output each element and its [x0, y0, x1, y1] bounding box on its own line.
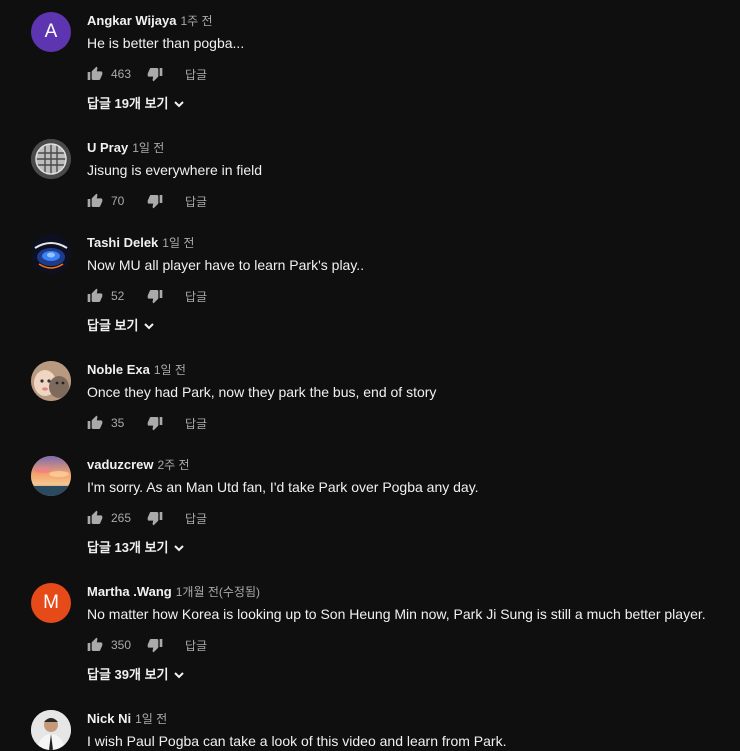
reply-button[interactable]: 답글: [185, 415, 207, 432]
like-count: 463: [111, 67, 132, 81]
like-count: 70: [111, 194, 125, 208]
reply-button[interactable]: 답글: [185, 193, 207, 210]
comment-header: vaduzcrew 2주 전: [87, 456, 190, 474]
avatar[interactable]: [31, 139, 71, 179]
view-replies-button[interactable]: 답글 19개 보기: [87, 94, 185, 114]
comment-time[interactable]: 1일 전: [135, 712, 167, 726]
comment-time[interactable]: 1개월 전(수정됨): [176, 585, 260, 599]
thumb-up-icon: [87, 193, 103, 207]
comment-header: Angkar Wijaya 1주 전: [87, 12, 213, 30]
comment-actions: 463 답글: [87, 64, 207, 84]
comment-text: Once they had Park, now they park the bu…: [87, 384, 437, 400]
avatar[interactable]: A: [31, 12, 71, 52]
comment-text: I wish Paul Pogba can take a look of thi…: [87, 733, 507, 749]
avatar-image: [31, 234, 71, 274]
comment-text: No matter how Korea is looking up to Son…: [87, 606, 706, 622]
avatar[interactable]: M: [31, 583, 71, 623]
avatar-image: [31, 139, 71, 179]
chevron-down-icon: [174, 672, 185, 679]
avatar[interactable]: [31, 234, 71, 274]
like-count: 35: [111, 416, 125, 430]
avatar-letter: A: [44, 21, 58, 42]
comment-actions: 35 답글: [87, 413, 207, 433]
avatar-image: [31, 710, 71, 750]
comment-actions: 70 답글: [87, 191, 207, 211]
chevron-down-icon: [174, 545, 185, 552]
like-button[interactable]: [87, 288, 103, 304]
chevron-down-icon: [174, 101, 185, 108]
like-button[interactable]: [87, 637, 103, 653]
comment-text: I'm sorry. As an Man Utd fan, I'd take P…: [87, 479, 479, 495]
comment-author[interactable]: vaduzcrew: [87, 457, 153, 472]
thumb-down-icon: [147, 195, 163, 209]
avatar[interactable]: [31, 456, 71, 496]
reply-button[interactable]: 답글: [185, 637, 207, 654]
comment-header: Martha .Wang 1개월 전(수정됨): [87, 583, 260, 601]
comment-actions: 350 답글: [87, 635, 207, 655]
comment-text: Jisung is everywhere in field: [87, 162, 263, 178]
dislike-button[interactable]: [147, 510, 163, 526]
like-count: 265: [111, 511, 132, 525]
view-replies-button[interactable]: 답글 13개 보기: [87, 538, 185, 558]
thumb-down-icon: [147, 290, 163, 304]
comment-header: Nick Ni 1일 전: [87, 710, 167, 728]
avatar-letter: M: [43, 592, 59, 613]
avatar-image: [31, 361, 71, 401]
comment-author[interactable]: Noble Exa: [87, 362, 150, 377]
comment-time[interactable]: 1일 전: [162, 236, 194, 250]
view-replies-label: 답글 19개 보기: [87, 96, 169, 111]
thumb-up-icon: [87, 637, 103, 651]
view-replies-label: 답글 보기: [87, 318, 139, 333]
comment-author[interactable]: Martha .Wang: [87, 584, 172, 599]
comment-actions: 52 답글: [87, 286, 207, 306]
chevron-down-icon: [144, 323, 155, 330]
thumb-down-icon: [147, 417, 163, 431]
view-replies-label: 답글 13개 보기: [87, 540, 169, 555]
dislike-button[interactable]: [147, 415, 163, 431]
comment-header: Noble Exa 1일 전: [87, 361, 186, 379]
comment-text: Now MU all player have to learn Park's p…: [87, 257, 365, 273]
comment-time[interactable]: 1일 전: [154, 363, 186, 377]
like-button[interactable]: [87, 66, 103, 82]
comment-actions: 265 답글: [87, 508, 207, 528]
reply-button[interactable]: 답글: [185, 288, 207, 305]
like-count: 52: [111, 289, 125, 303]
thumb-down-icon: [147, 68, 163, 82]
thumb-down-icon: [147, 512, 163, 526]
thumb-up-icon: [87, 415, 103, 429]
view-replies-label: 답글 39개 보기: [87, 667, 169, 682]
thumb-up-icon: [87, 510, 103, 524]
avatar[interactable]: [31, 710, 71, 750]
like-count: 350: [111, 638, 132, 652]
avatar[interactable]: [31, 361, 71, 401]
dislike-button[interactable]: [147, 288, 163, 304]
comment-time[interactable]: 2주 전: [157, 458, 189, 472]
comment-header: U Pray 1일 전: [87, 139, 164, 157]
like-button[interactable]: [87, 510, 103, 526]
dislike-button[interactable]: [147, 193, 163, 209]
comment-header: Tashi Delek 1일 전: [87, 234, 194, 252]
comment-text: He is better than pogba...: [87, 35, 245, 51]
dislike-button[interactable]: [147, 637, 163, 653]
thumb-up-icon: [87, 288, 103, 302]
comment-author[interactable]: Angkar Wijaya: [87, 13, 176, 28]
view-replies-button[interactable]: 답글 보기: [87, 316, 155, 336]
like-button[interactable]: [87, 193, 103, 209]
comment-time[interactable]: 1일 전: [132, 141, 164, 155]
thumb-up-icon: [87, 66, 103, 80]
comment-author[interactable]: U Pray: [87, 140, 128, 155]
view-replies-button[interactable]: 답글 39개 보기: [87, 665, 185, 685]
comment-time[interactable]: 1주 전: [180, 14, 212, 28]
comment-author[interactable]: Tashi Delek: [87, 235, 158, 250]
reply-button[interactable]: 답글: [185, 510, 207, 527]
avatar-image: [31, 456, 71, 496]
thumb-down-icon: [147, 639, 163, 653]
dislike-button[interactable]: [147, 66, 163, 82]
comment-author[interactable]: Nick Ni: [87, 711, 131, 726]
reply-button[interactable]: 답글: [185, 66, 207, 83]
like-button[interactable]: [87, 415, 103, 431]
